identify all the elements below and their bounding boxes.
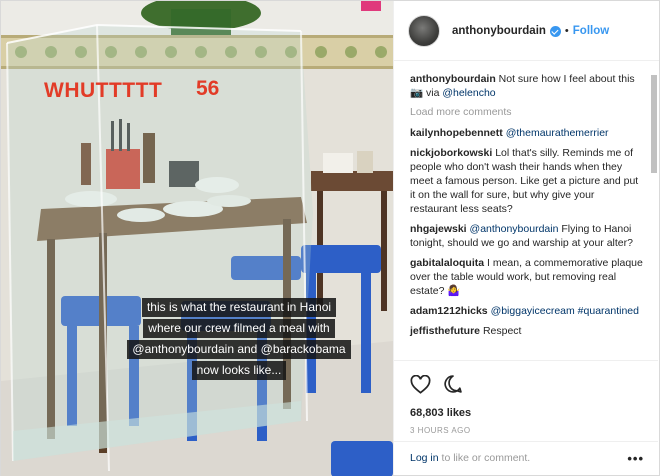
login-prompt: Log in to like or comment. •••	[394, 441, 658, 475]
comment-item: kailynhopebennett @themaurathemerrier	[410, 126, 644, 140]
comment-mention[interactable]: @biggayicecream #quarantined	[491, 305, 639, 317]
caption-username[interactable]: anthonybourdain	[410, 73, 496, 85]
comment-username[interactable]: nickjoborkowski	[410, 147, 492, 159]
restaurant-photo-illustration	[1, 1, 393, 476]
photo-caption-line: where our crew filmed a meal with	[143, 319, 335, 338]
photo-caption-line: now looks like...	[191, 361, 287, 380]
comment-text: Respect	[482, 325, 522, 337]
comment-username[interactable]: kailynhopebennett	[410, 127, 503, 139]
header-username[interactable]: anthonybourdain	[452, 25, 546, 37]
comment-username[interactable]: jeffisthefuture	[410, 325, 480, 337]
post-side-panel: anthonybourdain • Follow anthonybourdain…	[393, 1, 659, 475]
comment-mention[interactable]: @anthonybourdain	[470, 223, 559, 235]
comment-item: adam1212hicks @biggayicecream #quarantin…	[410, 304, 644, 318]
more-options-icon[interactable]: •••	[627, 451, 644, 466]
photo-caption-overlay: this is what the restaurant in Hanoi whe…	[111, 297, 367, 381]
scrollbar-thumb[interactable]	[651, 75, 657, 173]
post-timestamp: 3 HOURS AGO	[410, 426, 471, 435]
post-actions: 68,803 likes 3 HOURS AGO	[394, 360, 658, 435]
instagram-post: WHUTTTTT 56 this is what the restaurant …	[0, 0, 660, 476]
post-photo[interactable]: WHUTTTTT 56 this is what the restaurant …	[1, 1, 393, 476]
post-caption: anthonybourdain Not sure how I feel abou…	[410, 72, 644, 100]
comment-item: gabitalaloquita I mean, a commemorative …	[410, 256, 644, 298]
comment-username[interactable]: nhgajewski	[410, 223, 467, 235]
comment-icon[interactable]	[443, 374, 463, 394]
login-prompt-text: to like or comment.	[438, 452, 531, 464]
heart-icon[interactable]	[410, 374, 431, 394]
login-link[interactable]: Log in	[410, 452, 439, 464]
likes-count[interactable]: 68,803 likes	[410, 407, 642, 419]
header-separator: •	[564, 24, 569, 37]
comments-list[interactable]: anthonybourdain Not sure how I feel abou…	[394, 62, 652, 360]
comment-username[interactable]: adam1212hicks	[410, 305, 488, 317]
post-header: anthonybourdain • Follow	[394, 1, 659, 61]
follow-button[interactable]: Follow	[573, 25, 609, 37]
overlay-table-number: 56	[196, 77, 220, 100]
comments-scrollbar[interactable]	[650, 63, 657, 359]
verified-badge-icon	[549, 26, 561, 37]
comment-item: nickjoborkowski Lol that's silly. Remind…	[410, 146, 644, 216]
avatar[interactable]	[408, 14, 440, 47]
photo-caption-line: this is what the restaurant in Hanoi	[141, 298, 337, 317]
comment-item: nhgajewski @anthonybourdain Flying to Ha…	[410, 222, 644, 250]
comment-mention[interactable]: @themaurathemerrier	[506, 127, 609, 139]
photo-caption-line: @anthonybourdain and @barackobama	[127, 340, 351, 359]
caption-mention[interactable]: @helencho	[442, 87, 495, 99]
overlay-sticker-text: WHUTTTTT	[44, 79, 163, 102]
action-icons	[410, 373, 642, 395]
load-more-comments-button[interactable]: Load more comments	[410, 106, 644, 118]
comment-item: jeffisthefuture Respect	[410, 324, 644, 338]
comment-username[interactable]: gabitalaloquita	[410, 257, 484, 269]
